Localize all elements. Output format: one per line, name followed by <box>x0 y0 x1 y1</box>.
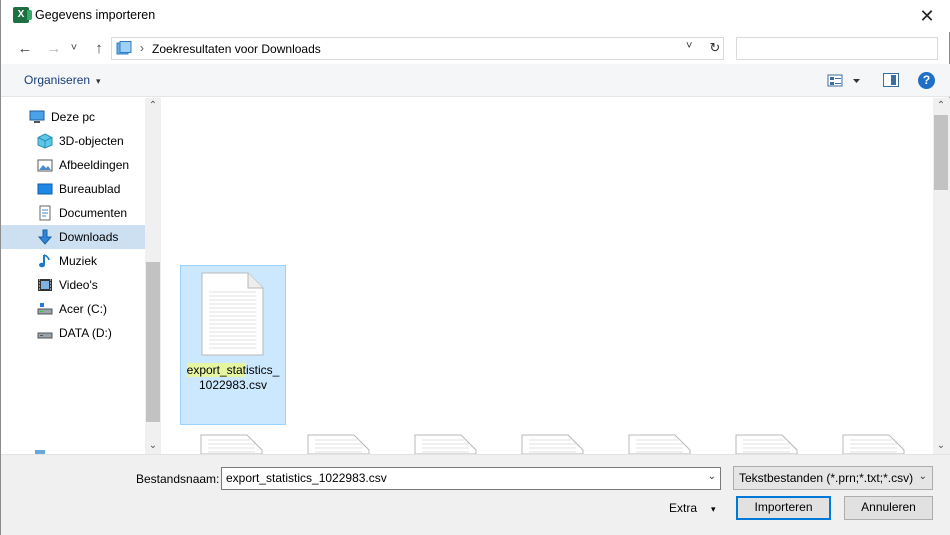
sidebar-item-this-pc[interactable]: Deze pc <box>1 105 145 129</box>
import-dialog: X Gegevens importeren ✕ ← → ˅ ↑ › Zoekre… <box>0 0 950 535</box>
cancel-button[interactable]: Annuleren <box>844 496 933 520</box>
sidebar-scrollbar[interactable]: ⌃ ⌄ <box>145 98 161 454</box>
scroll-thumb[interactable] <box>934 115 948 190</box>
navigation-pane[interactable]: Deze pc 3D-objecten Afbeeldingen Bureaub… <box>1 98 161 454</box>
sidebar-item-label: Video's <box>59 278 98 292</box>
chevron-down-icon[interactable]: ⌄ <box>708 471 716 482</box>
sidebar-item-desktop[interactable]: Bureaublad <box>1 177 145 201</box>
arrow-right-icon: → <box>46 39 62 57</box>
filename-label: Bestandsnaam: <box>136 472 220 486</box>
arrow-up-icon: ↑ <box>95 39 103 57</box>
video-icon <box>38 279 52 291</box>
breadcrumb-path[interactable]: Zoekresultaten voor Downloads <box>152 42 321 56</box>
file-name-part: 1022983.csv <box>198 378 268 392</box>
scroll-down-icon[interactable]: ⌄ <box>145 438 161 454</box>
refresh-icon[interactable]: ↻ <box>706 40 724 58</box>
sidebar-item-3d-objects[interactable]: 3D-objecten <box>1 129 145 153</box>
import-button[interactable]: Importeren <box>736 496 831 520</box>
cube-icon <box>37 133 53 149</box>
sidebar-item-label: Documenten <box>59 206 128 220</box>
sidebar-item-drive-c[interactable]: Acer (C:) <box>1 297 145 321</box>
excel-icon: X <box>13 7 32 23</box>
preview-pane-button[interactable] <box>883 73 899 87</box>
filename-field[interactable]: export_statistics_1022983.csv ⌄ <box>221 467 721 490</box>
sidebar-item-label: Deze pc <box>51 110 96 124</box>
sidebar-item-documents[interactable]: Documenten <box>1 201 145 225</box>
recent-locations-button[interactable]: ˅ <box>67 38 81 58</box>
sidebar-item-drive-d[interactable]: DATA (D:) <box>1 321 145 345</box>
drive-icon <box>37 303 53 315</box>
desktop-icon <box>37 183 53 195</box>
sidebar-item-label: Muziek <box>59 254 98 268</box>
extra-label: Extra <box>669 501 698 515</box>
computer-icon <box>29 110 45 123</box>
sidebar-item-label: Bureaublad <box>59 182 121 196</box>
file-icon[interactable] <box>414 434 477 454</box>
sidebar-item-label: Afbeeldingen <box>59 158 130 172</box>
sidebar-item-music[interactable]: Muziek <box>1 249 145 273</box>
search-match-highlight: export_stat <box>186 363 247 377</box>
download-icon <box>37 229 53 245</box>
caret-down-icon: ▾ <box>96 76 101 86</box>
up-button[interactable]: ↑ <box>88 38 110 58</box>
sidebar-item-videos[interactable]: Video's <box>1 273 145 297</box>
sidebar-item-label: DATA (D:) <box>59 326 112 340</box>
search-folder-icon <box>116 41 132 55</box>
sidebar-item-label: Downloads <box>59 230 119 244</box>
scroll-up-icon[interactable]: ⌃ <box>145 98 161 114</box>
address-bar[interactable]: › Zoekresultaten voor Downloads ˅ ↻ <box>111 37 724 60</box>
view-options-button[interactable] <box>827 73 861 89</box>
caret-down-icon: ▾ <box>711 504 716 514</box>
organize-label: Organiseren <box>24 73 91 87</box>
scroll-up-icon[interactable]: ⌃ <box>933 98 949 114</box>
forward-button[interactable]: → <box>43 38 65 58</box>
csv-file-icon <box>201 272 264 356</box>
file-icon[interactable] <box>307 434 370 454</box>
filename-value: export_statistics_1022983.csv <box>226 471 387 485</box>
sidebar-item-downloads[interactable]: Downloads <box>1 225 145 249</box>
filetype-value: Tekstbestanden (*.prn;*.txt;*.csv) <box>739 471 914 485</box>
arrow-left-icon: ← <box>17 39 33 57</box>
chevron-down-icon: ⌄ <box>918 471 927 482</box>
file-icon[interactable] <box>200 434 263 454</box>
search-input[interactable] <box>736 37 938 60</box>
close-icon: ✕ <box>919 5 935 26</box>
breadcrumb-separator: › <box>140 41 144 55</box>
sidebar-item-label: Acer (C:) <box>59 302 107 316</box>
sidebar-item-pictures[interactable]: Afbeeldingen <box>1 153 145 177</box>
file-item-selected[interactable]: export_statistics_ 1022983.csv <box>180 265 286 425</box>
chevron-down-icon: ˅ <box>70 42 78 54</box>
documents-icon <box>39 205 51 221</box>
file-icon[interactable] <box>628 434 691 454</box>
pictures-icon <box>37 159 53 172</box>
help-icon[interactable]: ? <box>918 72 935 89</box>
sidebar-item-label: 3D-objecten <box>59 134 124 148</box>
file-icon[interactable] <box>521 434 584 454</box>
scroll-thumb[interactable] <box>146 262 160 422</box>
extra-menu[interactable]: Extra ▾ <box>669 501 716 515</box>
file-name: export_statistics_ 1022983.csv <box>181 363 285 393</box>
organize-menu[interactable]: Organiseren ▾ <box>24 73 101 87</box>
command-toolbar: Organiseren ▾ ? <box>1 64 950 97</box>
file-list-scrollbar[interactable]: ⌃ ⌄ <box>933 98 950 454</box>
file-name-part: istics_ <box>246 363 280 377</box>
window-title: Gegevens importeren <box>35 8 156 22</box>
back-button[interactable]: ← <box>14 38 36 58</box>
drive-icon <box>37 332 53 339</box>
music-icon <box>39 254 50 268</box>
navigation-bar: ← → ˅ ↑ › Zoekresultaten voor Downloads … <box>1 32 950 64</box>
filetype-select[interactable]: Tekstbestanden (*.prn;*.txt;*.csv) ⌄ <box>733 466 933 490</box>
close-button[interactable]: ✕ <box>904 0 950 32</box>
file-icon[interactable] <box>735 434 798 454</box>
scroll-down-icon[interactable]: ⌄ <box>933 438 949 454</box>
file-icon[interactable] <box>842 434 905 454</box>
file-list[interactable]: export_statistics_ 1022983.csv ⌃ ⌄ <box>163 98 950 454</box>
chevron-down-icon[interactable]: ˅ <box>686 40 692 52</box>
footer-panel: Bestandsnaam: export_statistics_1022983.… <box>1 454 950 535</box>
title-bar: X Gegevens importeren ✕ <box>1 0 950 32</box>
